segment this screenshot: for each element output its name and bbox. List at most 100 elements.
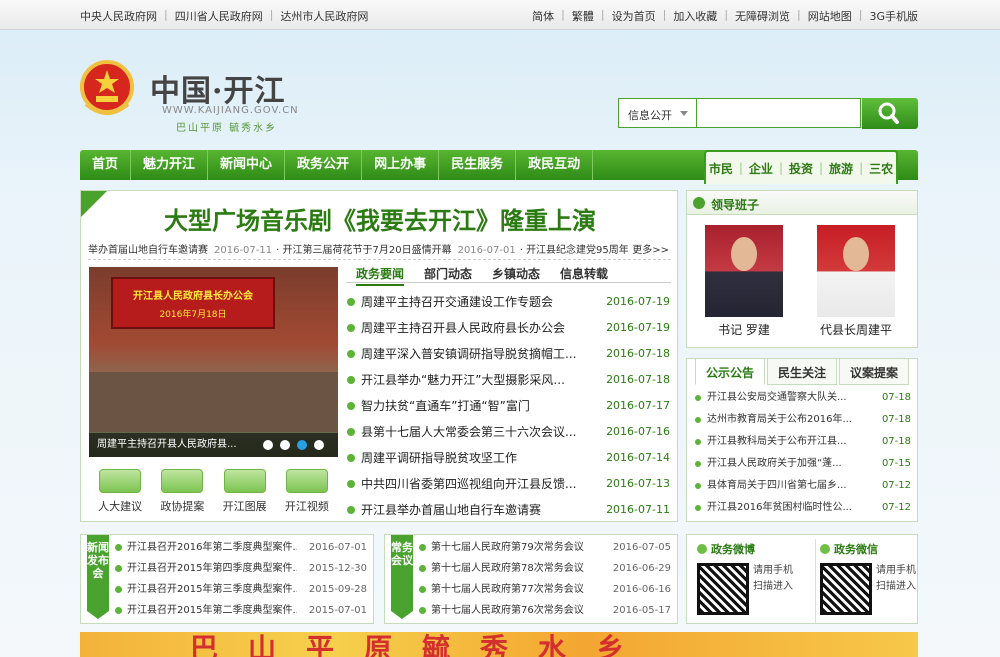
notice-row[interactable]: 开江县公安局交通警察大队关... 07-18 (695, 387, 911, 409)
notices-panel: 公示公告 民生关注 议案提案 开江县公安局交通警察大队关... 07-18 达州市… (686, 358, 918, 522)
more-link[interactable]: 更多>> (628, 241, 669, 256)
notice-row[interactable]: 开江县教科局关于公布开江县... 07-18 (695, 431, 911, 453)
notice-row[interactable]: 开江县人民政府关于加强“蓬... 07-15 (695, 453, 911, 475)
photo-slideshow[interactable]: 开江县人民政府县长办公会 2016年7月18日 周建平主持召开县人民政府县... (89, 267, 338, 457)
site-title[interactable]: 中国·开江 (150, 66, 285, 110)
link-traditional[interactable]: 繁體 (572, 8, 594, 24)
gov-links: 中央人民政府网 | 四川省人民政府网 | 达州市人民政府网 (80, 8, 369, 24)
search-button[interactable] (862, 98, 918, 129)
quick-link-video[interactable]: 开江视频 (279, 469, 335, 519)
search-category-select[interactable]: 信息公开 (618, 98, 696, 128)
news-row[interactable]: 县第十七届人大常委会第三十六次会议... 2016-07-16 (345, 419, 670, 445)
quick-link-gallery[interactable]: 开江图展 (217, 469, 273, 519)
meeting-table (89, 372, 338, 432)
press-row[interactable]: 开江县召开2015年第三季度典型案件... 2015-09-28 (115, 579, 367, 600)
nav-livelihood[interactable]: 民生服务 (439, 150, 517, 180)
bullet-icon (347, 402, 355, 410)
link-sichuan-gov[interactable]: 四川省人民政府网 (175, 8, 263, 24)
headline-title[interactable]: 大型广场音乐剧《我要去开江》隆重上演 (81, 201, 679, 236)
notice-row[interactable]: 县体育局关于四川省第七届乡... 07-12 (695, 475, 911, 497)
quick-link-npc[interactable]: 人大建议 (92, 469, 148, 519)
nav-home[interactable]: 首页 (80, 150, 132, 180)
executive-row[interactable]: 第十七届人民政府第79次常务会议 2016-07-05 (419, 537, 671, 558)
link-simplified[interactable]: 简体 (532, 8, 554, 24)
slide-dot[interactable] (314, 440, 324, 450)
bullet-icon (419, 544, 426, 551)
tab-town-news[interactable]: 乡镇动态 (492, 265, 540, 282)
bullet-icon (347, 506, 355, 514)
executive-row[interactable]: 第十七届人民政府第76次常务会议 2016-05-17 (419, 600, 671, 621)
link-add-favorite[interactable]: 加入收藏 (673, 8, 717, 24)
wechat-icon (820, 544, 830, 554)
people-icon (99, 469, 142, 493)
utility-links: 简体 | 繁體 | 设为首页 | 加入收藏 | 无障碍浏览 | 网站地图 | 3G手机版 (532, 8, 918, 24)
slide-dot-active[interactable] (297, 440, 307, 450)
executive-badge[interactable]: 常务会议 (391, 535, 413, 619)
bullet-icon (695, 461, 701, 467)
link-dazhou-gov[interactable]: 达州市人民政府网 (280, 8, 368, 24)
leader-photo (705, 225, 783, 317)
press-row[interactable]: 开江县召开2016年第二季度典型案件... 2016-07-01 (115, 537, 367, 558)
link-accessibility[interactable]: 无障碍浏览 (735, 8, 790, 24)
news-row[interactable]: 周建平深入普安镇调研指导脱贫摘帽工... 2016-07-18 (345, 341, 670, 367)
executive-row[interactable]: 第十七届人民政府第77次常务会议 2016-06-16 (419, 579, 671, 600)
nav-interaction[interactable]: 政民互动 (516, 150, 594, 180)
tab-gov-news[interactable]: 政务要闻 (356, 265, 405, 286)
notice-row[interactable]: 开江县2016年贫困村临时性公... 07-12 (695, 497, 911, 519)
news-row[interactable]: 中共四川省委第四巡视组向开江县反馈... 2016-07-13 (345, 471, 670, 497)
tab-proposals[interactable]: 议案提案 (839, 359, 910, 385)
tab-announcements[interactable]: 公示公告 (695, 359, 766, 385)
promo-banner[interactable]: 巴山平原毓秀水乡 (80, 632, 918, 657)
bullet-icon (115, 565, 122, 572)
search-input[interactable] (696, 98, 861, 128)
video-icon (285, 469, 328, 493)
notice-tabs: 公示公告 民生关注 议案提案 (695, 359, 911, 385)
nav-gov-affairs[interactable]: 政务公开 (285, 150, 363, 180)
scroll-news-item[interactable]: 开江县纪念建党95周年 (526, 245, 629, 256)
link-sitemap[interactable]: 网站地图 (808, 8, 852, 24)
nav-online-service[interactable]: 网上办事 (362, 150, 440, 180)
nav-agriculture[interactable]: 三农 (869, 160, 893, 177)
news-row[interactable]: 智力扶贫“直通车”打通“智”富门 2016-07-17 (345, 393, 670, 419)
executive-row[interactable]: 第十七届人民政府第78次常务会议 2016-06-29 (419, 558, 671, 579)
news-row[interactable]: 开江县举办首届山地自行车邀请赛 2016-07-11 (345, 497, 670, 523)
nav-news[interactable]: 新闻中心 (208, 150, 286, 180)
news-tabs: 政务要闻 部门动态 乡镇动态 信息转载 (346, 263, 671, 286)
nav-tourism[interactable]: 旅游 (829, 160, 853, 177)
weixin-block[interactable]: 政务微信 请用手机扫描进入 (815, 539, 925, 623)
link-set-homepage[interactable]: 设为首页 (612, 8, 656, 24)
leader-card[interactable]: 代县长周建平 (817, 225, 895, 338)
leaders-panel: 领导班子 书记 罗建 代县长周建平 (686, 190, 918, 348)
press-row[interactable]: 开江县召开2015年第二季度典型案件... 2015-07-01 (115, 600, 367, 621)
nav-charm[interactable]: 魅力开江 (131, 150, 209, 180)
link-central-gov[interactable]: 中央人民政府网 (80, 8, 157, 24)
scan-hint: 请用手机扫描进入 (876, 565, 916, 592)
top-bar: 中央人民政府网 | 四川省人民政府网 | 达州市人民政府网 简体 | 繁體 | 设为首页… (0, 0, 1000, 30)
press-row[interactable]: 开江县召开2015年第四季度典型案件... 2015-12-30 (115, 558, 367, 579)
notice-row[interactable]: 达州市教育局关于公布2016年... 07-18 (695, 409, 911, 431)
site-slogan: 巴山平原 毓秀水乡 (176, 123, 278, 134)
leader-card[interactable]: 书记 罗建 (705, 225, 783, 338)
quick-link-cppcc[interactable]: 政协提案 (154, 469, 210, 519)
tab-livelihood-focus[interactable]: 民生关注 (767, 359, 838, 385)
scroll-news-item[interactable]: 开江第三届荷花节于7月20日盛情开幕 (282, 245, 451, 256)
bullet-icon (115, 607, 122, 614)
leaders-title[interactable]: 领导班子 (711, 196, 759, 213)
news-row[interactable]: 周建平调研指导脱贫攻坚工作 2016-07-14 (345, 445, 670, 471)
tab-reprint[interactable]: 信息转载 (560, 265, 608, 282)
header: 中国·开江 WWW.KAIJIANG.GOV.CN 巴山平原 毓秀水乡 (0, 30, 1000, 148)
news-row[interactable]: 周建平主持召开交通建设工作专题会 2016-07-19 (345, 289, 670, 315)
weibo-block[interactable]: 政务微博 请用手机扫描进入 (697, 539, 807, 623)
nav-enterprise[interactable]: 企业 (749, 160, 773, 177)
tab-dept-news[interactable]: 部门动态 (424, 265, 472, 282)
press-badge[interactable]: 新闻发布会 (87, 535, 109, 619)
link-mobile[interactable]: 3G手机版 (869, 8, 918, 24)
slide-dot[interactable] (263, 440, 273, 450)
slide-dot[interactable] (280, 440, 290, 450)
nav-citizen[interactable]: 市民 (709, 160, 733, 177)
nav-investment[interactable]: 投资 (789, 160, 813, 177)
news-row[interactable]: 周建平主持召开县人民政府县长办公会 2016-07-19 (345, 315, 670, 341)
bullet-icon (347, 324, 355, 332)
scroll-news-item[interactable]: 举办首届山地自行车邀请赛 (88, 245, 208, 256)
news-row[interactable]: 开江县举办“魅力开江”大型摄影采风... 2016-07-18 (345, 367, 670, 393)
